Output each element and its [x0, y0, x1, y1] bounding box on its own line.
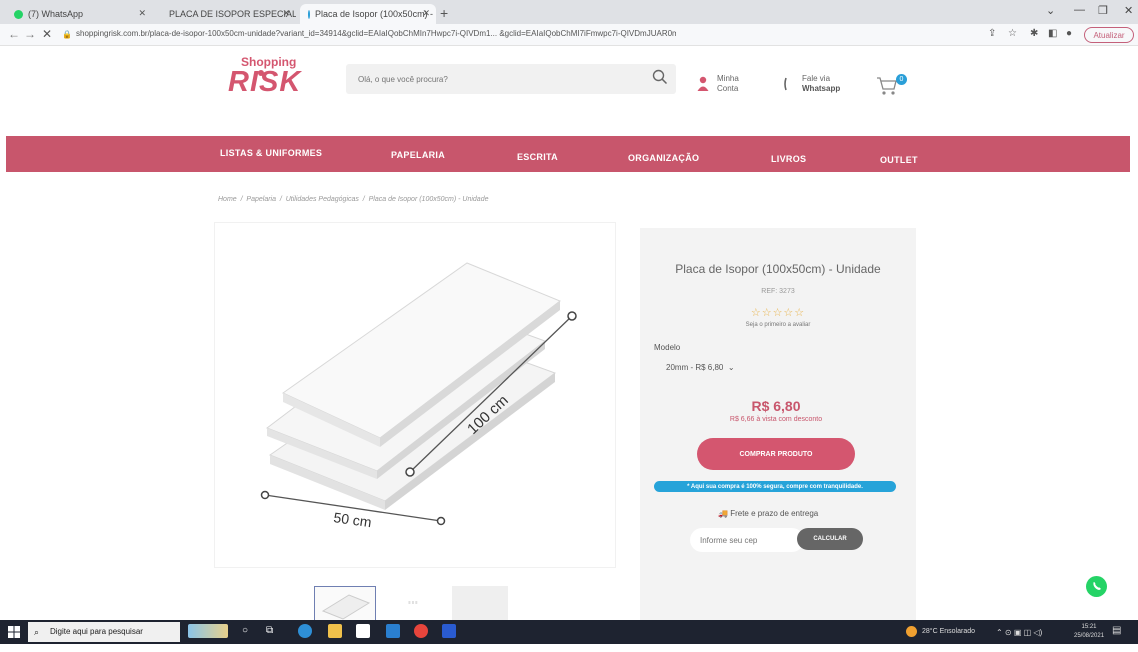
url-field[interactable]: shoppingrisk.com.br/placa-de-isopor-100x… [76, 29, 676, 38]
close-tab-icon[interactable]: ✕ [422, 8, 430, 19]
rating-stars-icon[interactable]: ☆☆☆☆☆ [640, 306, 916, 319]
system-tray-icons[interactable]: ⌃ ⊙ ▣ ◫ ◁) [996, 628, 1042, 637]
close-window-icon[interactable]: ✕ [1124, 4, 1133, 17]
cortana-icon[interactable]: ○ [242, 625, 256, 639]
account-link[interactable]: Minha Conta [697, 74, 739, 94]
search-icon[interactable] [652, 69, 668, 90]
product-ref: REF: 3273 [761, 288, 795, 295]
bookmark-star-icon[interactable]: ☆ [1008, 28, 1017, 39]
file-explorer-icon[interactable] [328, 624, 342, 638]
nav-item-escrita[interactable]: ESCRITA [517, 152, 558, 162]
mail-icon[interactable] [386, 624, 400, 638]
notifications-icon[interactable]: ▤ [1112, 625, 1121, 636]
product-title: Placa de Isopor (100x50cm) - Unidade [675, 262, 881, 276]
logo-risk[interactable]: RISK [228, 66, 301, 99]
whatsapp-icon [14, 9, 23, 19]
weather-icon [906, 626, 917, 637]
cart-icon [877, 77, 897, 95]
nav-item-livros[interactable]: LIVROS [771, 154, 806, 164]
profile-icon[interactable]: ● [1066, 28, 1072, 39]
update-button[interactable]: Atualizar [1084, 27, 1134, 43]
breadcrumb-papelaria[interactable]: Papelaria [246, 196, 276, 203]
cart-button[interactable] [876, 76, 898, 101]
taskbar-search[interactable]: ⌕ Digite aqui para pesquisar [28, 622, 180, 642]
outlook-icon[interactable] [442, 624, 456, 638]
shipping-label: 🚚 Frete e prazo de entrega [718, 509, 819, 518]
product-price-discount: R$ 6,66 à vista com desconto [729, 416, 823, 423]
sidebar-icon[interactable]: ◧ [1048, 28, 1057, 39]
buy-button[interactable]: COMPRAR PRODUTO [697, 438, 855, 470]
calculate-button[interactable]: CALCULAR [797, 528, 863, 550]
logo-dot [258, 70, 264, 76]
nav-item-papelaria[interactable]: PAPELARIA [391, 150, 445, 160]
nav-item-organizacao[interactable]: ORGANIZAÇÃO [628, 153, 699, 163]
secure-purchase-banner: * Aqui sua compra é 100% segura, compre … [654, 481, 896, 492]
tab-search-icon[interactable]: ⌄ [1046, 4, 1055, 17]
back-icon[interactable]: ← [8, 27, 20, 41]
category-nav: LISTAS & UNIFORMES PAPELARIA ESCRITA ORG… [6, 136, 1130, 172]
weather-text[interactable]: 28°C Ensolarado [922, 628, 975, 635]
tab-whatsapp[interactable]: (7) WhatsApp ✕ [6, 4, 152, 24]
search-icon: ⌕ [34, 627, 40, 637]
whatsapp-icon [1093, 581, 1101, 590]
tab-product[interactable]: Placa de Isopor (100x50cm) - U ✕ [300, 4, 436, 24]
forward-icon[interactable]: → [24, 27, 36, 41]
address-bar: ← → ✕ 🔒 shoppingrisk.com.br/placa-de-iso… [0, 24, 1138, 46]
cep-input[interactable] [690, 528, 804, 552]
breadcrumb: Home / Papelaria / Utilidades Pedagógica… [218, 196, 489, 203]
whatsapp-float-button[interactable] [1086, 576, 1107, 597]
nav-item-listas-uniformes[interactable]: LISTAS & UNIFORMES [220, 148, 322, 158]
search-input[interactable] [358, 70, 648, 88]
breadcrumb-utilidades[interactable]: Utilidades Pedagógicas [286, 196, 359, 203]
clock[interactable]: 15:21 25/08/2021 [1074, 623, 1104, 641]
tab-google-search[interactable]: PLACA DE ISOPOR ESPECIAL 20 ✕ [156, 4, 296, 24]
product-info-panel: Placa de Isopor (100x50cm) - Unidade REF… [640, 228, 916, 620]
windows-start-icon[interactable] [8, 626, 20, 638]
task-view-icon[interactable]: ⧉ [266, 625, 280, 639]
product-price: R$ 6,80 [751, 398, 801, 414]
close-tab-icon[interactable]: ✕ [138, 8, 146, 19]
nav-item-outlet[interactable]: OUTLET [880, 155, 918, 165]
maximize-icon[interactable]: ❐ [1098, 4, 1108, 17]
search-box [346, 64, 676, 94]
model-select[interactable]: 20mm - R$ 6,80 ⌄ [666, 363, 735, 372]
breadcrumb-current: Placa de Isopor (100x50cm) - Unidade [368, 196, 489, 203]
stop-icon[interactable]: ✕ [42, 27, 52, 41]
styrofoam-board-illustration: 100 cm 50 cm [260, 262, 577, 530]
cart-count-badge: 0 [896, 74, 907, 85]
close-tab-icon[interactable]: ✕ [282, 8, 290, 19]
thumbnail-2[interactable]: ≡ ≡ ≡ [388, 586, 438, 622]
taskbar-news-widget[interactable] [188, 624, 228, 638]
thumbnail-1[interactable] [314, 586, 376, 622]
edge-icon[interactable] [298, 624, 312, 638]
browser-tab-bar: (7) WhatsApp ✕ PLACA DE ISOPOR ESPECIAL … [0, 0, 1138, 24]
breadcrumb-home[interactable]: Home [218, 196, 237, 203]
extensions-icon[interactable]: ✱ [1030, 28, 1038, 39]
chrome-icon[interactable] [414, 624, 428, 638]
minimize-icon[interactable]: — [1074, 4, 1085, 16]
store-icon[interactable] [356, 624, 370, 638]
truck-icon: 🚚 [718, 509, 731, 518]
chevron-down-icon: ⌄ [725, 363, 735, 372]
dimension-label-short: 50 cm [333, 509, 373, 530]
rating-text[interactable]: Seja o primeiro a avaliar [640, 322, 916, 328]
new-tab-icon[interactable]: + [440, 5, 448, 21]
taskbar: ⌕ Digite aqui para pesquisar ○ ⧉ 28°C En… [0, 620, 1138, 644]
share-icon[interactable]: ⇪ [988, 28, 996, 39]
loading-icon [308, 9, 310, 19]
model-label: Modelo [654, 343, 681, 352]
phone-icon [784, 77, 787, 91]
user-icon [697, 76, 709, 91]
whatsapp-link[interactable]: Fale via Whatsapp [784, 74, 840, 94]
thumbnail-3[interactable] [452, 586, 508, 622]
lock-icon: 🔒 [62, 30, 72, 39]
product-image[interactable]: 100 cm 50 cm [214, 222, 616, 568]
